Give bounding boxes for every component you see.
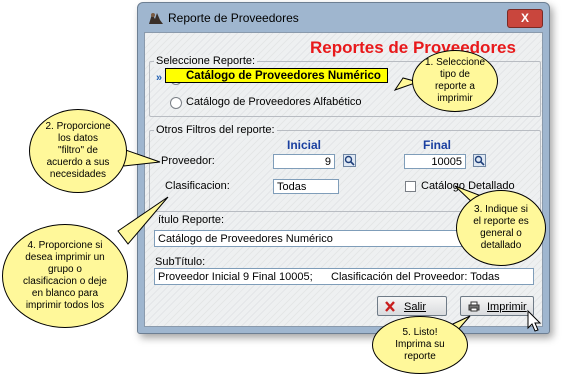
initial-column-header: Inicial: [287, 138, 322, 152]
report-group-label: Seleccione Reporte:: [154, 55, 258, 67]
app-icon: [149, 13, 163, 24]
print-button-label: Imprimir: [487, 301, 527, 313]
search-initial-icon[interactable]: [343, 154, 356, 167]
page-title: Reportes de Proveedores: [310, 38, 516, 57]
classification-label: Clasificacion:: [165, 180, 230, 192]
option-alphabetic-label[interactable]: Catálogo de Proveedores Alfabético: [186, 96, 362, 108]
window-title: Reporte de Proveedores: [168, 11, 299, 25]
callout-4-line: clasificacion o deje: [23, 276, 107, 287]
callout-4-line: grupo o: [48, 264, 82, 275]
callout-1: 1. Seleccione tipo de reporte a imprimir: [412, 50, 498, 112]
callout-1-line: 1. Seleccione: [424, 57, 486, 68]
callout-2-line: necesidades: [49, 169, 107, 180]
supplier-label: Proveedor:: [161, 155, 215, 167]
callout-3-line: general o: [480, 228, 522, 239]
callout-5-line: reporte: [404, 351, 436, 362]
radio-alphabetic[interactable]: [170, 97, 182, 109]
callout-2-line: los datos: [57, 133, 98, 144]
subtitle-input[interactable]: Proveedor Inicial 9 Final 10005; Clasifi…: [154, 268, 534, 285]
exit-button-label: Salir: [404, 301, 427, 313]
callout-4-line: desea imprimir un: [25, 252, 105, 263]
detailed-checkbox[interactable]: [405, 181, 416, 192]
callout-5-line: 5. Listo!: [402, 327, 438, 338]
final-column-header: Final: [423, 138, 452, 152]
callout-3-line: el reporte es: [473, 216, 529, 227]
supplier-final-input[interactable]: 10005: [404, 154, 466, 169]
callout-2-line: 2. Proporcione: [45, 121, 111, 132]
callout-1-line: tipo de: [439, 69, 470, 80]
printer-icon: [468, 301, 480, 312]
filters-label: Otros Filtros del reporte:: [154, 124, 277, 136]
close-button[interactable]: X: [507, 9, 543, 28]
callout-2: 2. Proporcione los datos "filtro" de acuerd…: [29, 109, 127, 193]
callout-2-line: "filtro" de: [58, 145, 98, 156]
subtitle-label: SubTítulo:: [155, 256, 206, 268]
callout-5: 5. Listo! Imprima su reporte: [372, 316, 468, 374]
classification-input[interactable]: Todas: [273, 179, 339, 194]
exit-button[interactable]: Salir: [377, 296, 447, 316]
callout-5-line: Imprima su: [395, 339, 445, 350]
callout-2-line: acuerdo a sus: [46, 157, 110, 168]
callout-3-line: 3. Indique si: [474, 204, 528, 215]
selection-marker: »: [156, 72, 163, 84]
callout-4: 4. Proporcione si desea imprimir un grupo …: [2, 224, 128, 328]
report-title-label: ítulo Reporte:: [158, 214, 225, 226]
callout-1-line: reporte a: [434, 81, 475, 92]
close-icon: [385, 301, 395, 312]
callout-4-line: 4. Proporcione si: [27, 240, 103, 251]
callout-4-line: en blanco para: [31, 288, 99, 299]
search-final-icon[interactable]: [473, 154, 486, 167]
print-button[interactable]: Imprimir: [460, 296, 534, 316]
option-numeric-label[interactable]: Catálogo de Proveedores Numérico: [165, 68, 388, 83]
callout-3-line: detallado: [480, 240, 522, 251]
title-bar[interactable]: Reporte de Proveedores X: [138, 3, 549, 31]
callout-1-line: imprimir: [437, 93, 473, 104]
report-window: Reporte de Proveedores X Reportes de Pro…: [137, 2, 550, 334]
supplier-initial-input[interactable]: 9: [273, 154, 335, 169]
callout-4-line: imprimir todos los: [25, 300, 105, 311]
callout-3: 3. Indique si el reporte es general o detal…: [456, 190, 546, 266]
